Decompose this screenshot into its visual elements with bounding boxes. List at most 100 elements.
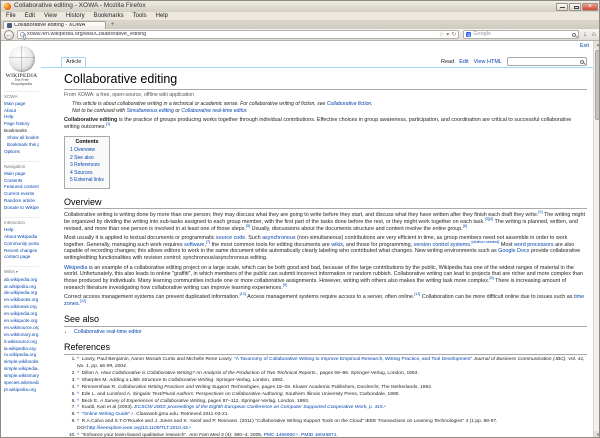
page-search-magnifier-icon[interactable] — [580, 60, 584, 64]
ref-marker[interactable]: [3][4] — [485, 217, 493, 221]
inline-link[interactable]: PMC 1466900 — [264, 433, 295, 438]
jump-up-link[interactable]: ^ — [77, 419, 79, 424]
search-magnifier-icon[interactable] — [572, 33, 576, 37]
sidebar-link[interactable]: en.wikinews.org — [4, 304, 39, 311]
sidebar-link[interactable]: ar.wikipedia.org — [4, 284, 39, 291]
ref-marker[interactable]: [10] — [240, 292, 246, 296]
sidebar-link[interactable]: Recent changes — [4, 248, 39, 255]
ref-marker[interactable]: [7] — [206, 240, 210, 244]
ref-marker[interactable]: [11] — [414, 292, 420, 296]
jump-up-link[interactable]: ^ — [77, 392, 79, 397]
wikipedia-globe-logo[interactable] — [9, 46, 35, 72]
ref-marker[interactable]: [2] — [538, 210, 542, 214]
toc-item[interactable]: 5 External links — [70, 177, 104, 185]
sidebar-link[interactable]: Donate to Wikipedia — [4, 205, 39, 212]
sidebar-link[interactable]: About — [4, 108, 39, 115]
sidebar-link[interactable]: contact page — [4, 254, 39, 261]
sidebar-link[interactable]: Random article — [4, 198, 39, 205]
search-engine-icon[interactable]: g — [466, 32, 471, 37]
sidebar-link[interactable]: pt.wikipedia.org — [4, 387, 39, 394]
sidebar-section-header[interactable]: Wikis▾ — [4, 269, 39, 275]
url-bar[interactable]: xowa:/en.wikipedia.org/wiki/Collaborativ… — [17, 30, 459, 39]
toc-item[interactable]: 2 See also — [70, 155, 104, 163]
sidebar-link[interactable]: Main page — [4, 101, 39, 108]
page-scrollbar[interactable]: ▲ ▼ — [593, 41, 600, 438]
ref-marker[interactable]: [1] — [106, 122, 110, 126]
sidebar-link[interactable]: Page history — [4, 121, 39, 128]
sidebar-link[interactable]: ru.wikipedia.org — [4, 352, 39, 359]
inline-link[interactable]: word processors — [514, 242, 554, 248]
inline-link[interactable]: Wikipedia — [64, 265, 87, 271]
sidebar-link[interactable]: en.wikiquote.org — [4, 318, 39, 325]
sidebar-link[interactable]: Show all bookmarks — [4, 135, 39, 142]
sidebar-link[interactable]: Help — [4, 227, 39, 234]
scrollbar-thumb[interactable] — [595, 50, 600, 120]
jump-up-link[interactable]: ^ — [77, 433, 79, 438]
ref-marker[interactable]: [5] — [246, 224, 250, 228]
jump-up-link[interactable]: ^ — [77, 371, 79, 376]
sidebar-link[interactable]: en.wikipedia.org — [4, 311, 39, 318]
downloads-icon[interactable]: ↓ — [583, 31, 587, 38]
jump-up-link[interactable]: ^ — [77, 412, 79, 417]
menu-view[interactable]: View — [44, 13, 57, 19]
ref-marker[interactable]: [8] — [489, 276, 493, 280]
toc-item[interactable]: 4 Sources — [70, 170, 104, 178]
inline-link[interactable]: "Online Writing Guide" — [82, 412, 131, 417]
jump-up-link[interactable]: ^ — [77, 399, 79, 404]
maximize-button[interactable] — [569, 3, 581, 11]
minimize-button[interactable] — [556, 3, 568, 11]
tab-article[interactable]: Article — [61, 57, 86, 67]
sidebar-link[interactable]: species.wikimedia.org — [4, 380, 39, 387]
sidebar-link[interactable]: en.wiktionary.org — [4, 332, 39, 339]
ref-marker[interactable]: [6] — [463, 224, 467, 228]
inline-link[interactable]: Collaborative real-time editor — [74, 329, 142, 335]
inline-link[interactable]: version control systems — [414, 242, 470, 248]
page-search-input[interactable] — [507, 57, 587, 66]
home-icon[interactable]: ⌂ — [592, 31, 596, 38]
bookmark-star-icon[interactable]: ☆ — [439, 32, 444, 38]
menu-tools[interactable]: Tools — [133, 13, 147, 19]
toc-item[interactable]: 3 References — [70, 162, 104, 170]
inline-link[interactable]: asynchronous — [262, 235, 296, 241]
sidebar-link[interactable]: ab.wikipedia.org — [4, 277, 39, 284]
sidebar-link[interactable]: Main page — [4, 171, 39, 178]
menu-edit[interactable]: Edit — [25, 13, 35, 19]
tab-edit[interactable]: Edit — [459, 59, 468, 66]
sidebar-link[interactable]: Bookmark this page — [4, 142, 39, 149]
sidebar-link[interactable]: it.wikisource.org — [4, 339, 39, 346]
jump-up-link[interactable]: ^ — [77, 405, 79, 410]
ref-marker[interactable]: [citation needed] — [471, 240, 499, 244]
close-button[interactable]: × — [582, 3, 598, 11]
sidebar-link[interactable]: simple.wiktionary.org — [4, 373, 39, 380]
jump-up-link[interactable]: ^ — [77, 385, 79, 390]
ref-marker[interactable]: [12] — [80, 299, 86, 303]
sidebar-link[interactable]: Options — [4, 149, 39, 156]
sidebar-link[interactable]: la.wikipedia.org — [4, 346, 39, 353]
scroll-up-arrow-icon[interactable]: ▲ — [594, 41, 600, 49]
inline-link[interactable]: software — [184, 242, 204, 248]
sidebar-link[interactable]: simple.wikipedia.org — [4, 366, 39, 373]
jump-up-link[interactable]: ^ — [77, 378, 79, 383]
inline-link[interactable]: "A Taxonomy of Collaborative Writing to … — [234, 357, 472, 362]
inline-link[interactable]: time zones — [64, 294, 584, 307]
inline-link[interactable]: ECSCW 2003: proceedings of the Eighth Eu… — [134, 405, 382, 410]
inline-link[interactable]: http://ieeexplore.ieee.org/10.1109/TLT.2… — [87, 426, 188, 431]
sidebar-link[interactable]: Featured content — [4, 184, 39, 191]
inline-link[interactable]: Collaborative real-time editor — [181, 108, 246, 114]
new-tab-button[interactable]: + — [108, 22, 117, 29]
search-bar[interactable]: g Google — [463, 30, 579, 39]
sidebar-link[interactable]: en.wikisource.org — [4, 325, 39, 332]
sidebar-link[interactable]: Contents — [4, 178, 39, 185]
inline-link[interactable]: PMID 16046871 — [301, 433, 336, 438]
inline-link[interactable]: Simultaneous editing — [127, 108, 174, 114]
jump-up-link[interactable]: ^ — [77, 357, 79, 362]
menu-bookmarks[interactable]: Bookmarks — [94, 13, 124, 19]
tab-view-html[interactable]: View HTML — [474, 59, 502, 66]
sidebar-link[interactable]: en.wikibooks.org — [4, 297, 39, 304]
sidebar-link[interactable]: de.wikipedia.org — [4, 290, 39, 297]
sidebar-link[interactable]: Help — [4, 114, 39, 121]
scroll-down-arrow-icon[interactable]: ▼ — [594, 431, 600, 438]
dropdown-arrow-icon[interactable]: ▾ — [446, 32, 449, 38]
sidebar-link[interactable]: simple.wikibooks.org — [4, 359, 39, 366]
browser-tab[interactable]: Collaborative editing - XOWA — [3, 21, 106, 29]
